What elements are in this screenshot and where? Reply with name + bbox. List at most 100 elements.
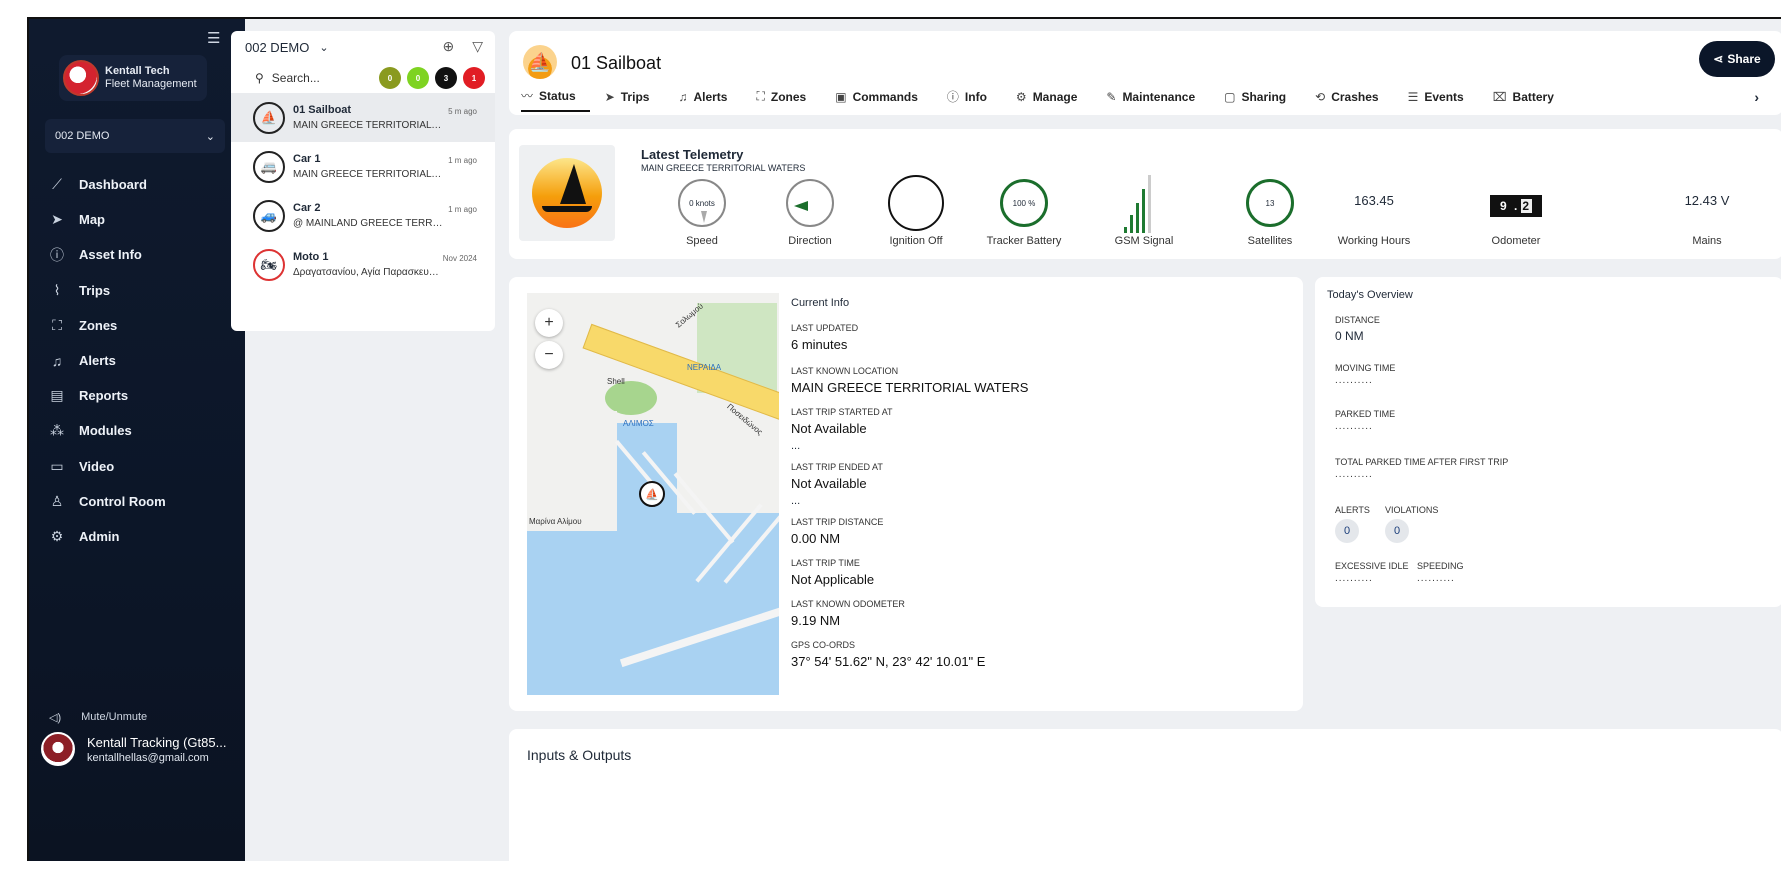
distance-value: 0 NM xyxy=(1335,329,1364,343)
moving-time-value: .......... xyxy=(1335,375,1373,386)
chevron-down-icon: ⌄ xyxy=(205,130,215,143)
info-value: 9.19 NM xyxy=(791,613,841,628)
info-value: MAIN GREECE TERRITORIAL WATERS xyxy=(791,380,1029,395)
asset-time: 1 m ago xyxy=(448,205,477,214)
sidebar-item-label: Modules xyxy=(79,423,132,439)
sidebar-item-label: Reports xyxy=(79,388,129,404)
violations-count-badge[interactable]: 0 xyxy=(1385,519,1409,543)
info-icon: ⓘ xyxy=(946,90,959,104)
info-value: 37° 54' 51.62" N, 23° 42' 10.01" E xyxy=(791,654,986,669)
zoom-in-button[interactable]: + xyxy=(535,309,563,337)
odometer-display: 9 .2 xyxy=(1490,195,1542,217)
sidebar-item-reports[interactable]: ▤ Reports xyxy=(45,378,235,413)
tab-crashes[interactable]: ⟲ Crashes xyxy=(1315,87,1392,112)
parked-time-value: .......... xyxy=(1335,421,1373,432)
tab-label: Commands xyxy=(852,89,918,104)
asset-time: 1 m ago xyxy=(448,156,477,165)
info-value: Not Available xyxy=(791,421,867,436)
status-badge[interactable]: 1 xyxy=(463,67,485,89)
info-label: LAST UPDATED xyxy=(791,323,859,333)
tabs-next-button[interactable]: › xyxy=(1754,89,1759,105)
sidebar-item-label: Map xyxy=(79,212,105,228)
info-label: LAST KNOWN LOCATION xyxy=(791,366,899,376)
sidebar-item-dashboard[interactable]: ⟋ Dashboard xyxy=(45,167,235,202)
sidebar-item-control-room[interactable]: ♙ Control Room xyxy=(45,484,235,519)
sidebar-item-trips[interactable]: ⌇ Trips xyxy=(45,273,235,308)
asset-search[interactable]: ⚲ Search... 0 0 3 1 xyxy=(231,63,495,93)
filter-icon[interactable]: ▽ xyxy=(472,38,483,55)
alerts-label: ALERTS xyxy=(1335,505,1370,515)
gear-icon: ⚙ xyxy=(50,527,64,544)
asset-group-select[interactable]: 002 DEMO xyxy=(245,40,309,55)
battery-label: Tracker Battery xyxy=(986,235,1062,247)
list-item[interactable]: 🏍 Moto 1 Δραγατσανίου, Αγία Παρασκευή, Ε.… xyxy=(231,240,495,289)
list-item[interactable]: ⛵ 01 Sailboat MAIN GREECE TERRITORIAL WAT… xyxy=(231,93,495,142)
asset-header: ⛵ 01 Sailboat ⋖ Share 〰 Status ➤ Trips ♫ Ale… xyxy=(509,31,1781,115)
working-hours-value: 163.45 xyxy=(1354,193,1394,208)
sidebar-item-video[interactable]: ▭ Video xyxy=(45,449,235,484)
telemetry-location: MAIN GREECE TERRITORIAL WATERS xyxy=(641,163,806,173)
list-item[interactable]: 🚙 Car 2 @ MAINLAND GREECE TERRITORI... 1 … xyxy=(231,191,495,240)
map-pier xyxy=(695,503,763,583)
total-parked-label: TOTAL PARKED TIME AFTER FIRST TRIP xyxy=(1335,457,1509,467)
gsm-signal-icon xyxy=(1124,173,1164,233)
status-badge[interactable]: 3 xyxy=(435,67,457,89)
odometer-label: Odometer xyxy=(1491,235,1541,247)
info-label: LAST TRIP STARTED AT xyxy=(791,407,893,417)
tab-trips[interactable]: ➤ Trips xyxy=(605,87,664,112)
tab-bar: 〰 Status ➤ Trips ♫ Alerts ⛶ Zones ▣ Commands … xyxy=(521,87,1583,112)
share-button[interactable]: ⋖ Share xyxy=(1699,41,1775,77)
tab-alerts[interactable]: ♫ Alerts xyxy=(678,87,741,112)
sidebar-item-label: Admin xyxy=(79,528,120,544)
tab-label: Alerts xyxy=(693,89,728,104)
sidebar-item-alerts[interactable]: ♫ Alerts xyxy=(45,343,235,378)
info-value: Not Available xyxy=(791,476,867,491)
tab-events[interactable]: ☰ Events xyxy=(1408,87,1478,112)
map-view[interactable]: + − Shell ΝΕΡΑΙΔΑ ΑΛΙΜΟΣ Μαρίνα Αλίμου Σ… xyxy=(527,293,779,695)
signal-bar xyxy=(1148,175,1151,233)
info-value: 0.00 NM xyxy=(791,531,841,546)
zoom-out-button[interactable]: − xyxy=(535,341,563,369)
moving-time-label: MOVING TIME xyxy=(1335,363,1396,373)
modules-icon: ⁂ xyxy=(50,422,64,439)
brand-logo-block[interactable]: Kentall Tech Fleet Management xyxy=(59,55,207,101)
user-profile[interactable]: Kentall Tracking (Gt85... kentallhellas@… xyxy=(41,732,226,766)
mute-toggle[interactable]: ◁) Mute/Unmute xyxy=(49,711,147,724)
speed-metric: 0 knots Speed xyxy=(647,179,757,247)
status-badge[interactable]: 0 xyxy=(407,67,429,89)
tab-maintenance[interactable]: ✎ Maintenance xyxy=(1106,87,1209,112)
search-input[interactable]: Search... xyxy=(272,71,320,85)
sidebar: ☰ Kentall Tech Fleet Management 002 DEMO… xyxy=(29,19,245,861)
chevron-down-icon[interactable]: ⌄ xyxy=(319,41,328,54)
list-item[interactable]: 🚐 Car 1 MAIN GREECE TERRITORIAL WAT... 1 … xyxy=(231,142,495,191)
tab-manage[interactable]: ⚙ Manage xyxy=(1016,87,1091,112)
battery-icon: ⌧ xyxy=(1492,89,1507,104)
sailboat-marker-icon[interactable]: ⛵ xyxy=(639,481,665,507)
sidebar-item-label: Trips xyxy=(79,282,111,298)
tab-sharing[interactable]: ▢ Sharing xyxy=(1224,87,1300,112)
map-label: Μαρίνα Αλίμου xyxy=(529,517,582,526)
fleet-select[interactable]: 002 DEMO ⌄ xyxy=(45,119,225,153)
avatar xyxy=(41,732,75,766)
tab-label: Zones xyxy=(770,89,807,104)
sidebar-item-map[interactable]: ➤ Map xyxy=(45,202,235,237)
info-label: LAST KNOWN ODOMETER xyxy=(791,599,905,609)
zoom-search-icon[interactable]: ⊕ xyxy=(442,38,454,55)
tab-zones[interactable]: ⛶ Zones xyxy=(756,87,820,112)
tab-commands[interactable]: ▣ Commands xyxy=(835,87,932,112)
tab-status[interactable]: 〰 Status xyxy=(521,87,590,112)
asset-image xyxy=(519,145,615,241)
sidebar-item-zones[interactable]: ⛶ Zones xyxy=(45,308,235,343)
sidebar-item-admin[interactable]: ⚙ Admin xyxy=(45,519,235,554)
sidebar-item-asset-info[interactable]: ⓘ Asset Info xyxy=(45,237,235,272)
signal-bar xyxy=(1142,189,1145,233)
collapse-sidebar-icon[interactable]: ☰ xyxy=(207,29,225,47)
tab-info[interactable]: ⓘ Info xyxy=(947,87,1001,112)
tab-battery[interactable]: ⌧ Battery xyxy=(1493,87,1568,112)
sidebar-item-modules[interactable]: ⁂ Modules xyxy=(45,413,235,448)
alerts-count-badge[interactable]: 0 xyxy=(1335,519,1359,543)
gear-icon: ⚙ xyxy=(1015,89,1027,104)
app-window: ☰ Kentall Tech Fleet Management 002 DEMO… xyxy=(27,17,1781,861)
map-pier xyxy=(723,512,779,584)
status-badge[interactable]: 0 xyxy=(379,67,401,89)
